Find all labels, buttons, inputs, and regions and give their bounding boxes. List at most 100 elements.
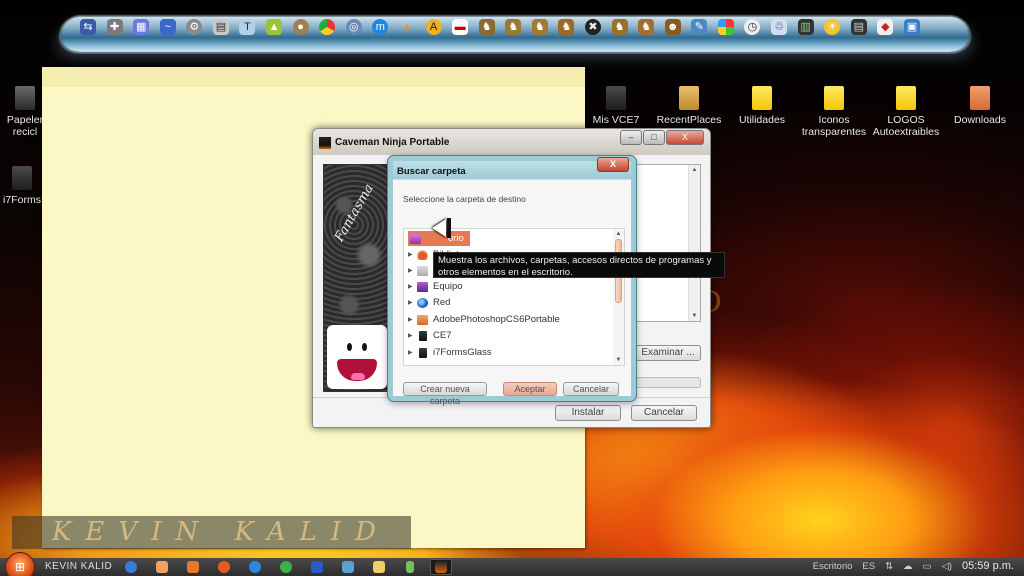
desktop-icon-label-line2: Autoextraibles (872, 126, 940, 138)
game-character-icon[interactable]: ☻ (664, 19, 681, 35)
messenger-icon[interactable] (306, 559, 328, 575)
desktop-icon-label-line2: transparentes (801, 126, 867, 138)
settings-icon[interactable]: ◎ (345, 19, 362, 35)
expand-arrow-icon[interactable]: ▶ (408, 316, 417, 323)
soldier-icon[interactable]: ♞ (638, 19, 655, 35)
cancel-button[interactable]: Cancelar (631, 405, 697, 421)
weather-icon[interactable]: ☀ (824, 19, 841, 35)
soldier-icon[interactable]: ♞ (478, 19, 495, 35)
battery-icon[interactable]: ▭ (923, 561, 932, 572)
messenger-icon[interactable]: ~ (159, 19, 176, 35)
cloud-icon[interactable]: ☁ (903, 561, 913, 572)
scroll-down-arrow-icon[interactable]: ▼ (613, 355, 624, 365)
windows-icon[interactable]: ▦ (133, 19, 150, 35)
desktop-icon-label-line1: LOGOS (887, 114, 925, 126)
start-button[interactable]: ⊞ (6, 553, 34, 576)
tools-icon[interactable]: ✚ (106, 19, 123, 35)
soldier-icon[interactable]: ♞ (505, 19, 522, 35)
dialog-close-button[interactable]: X (597, 157, 629, 172)
expand-arrow-icon[interactable]: ▶ (408, 267, 417, 274)
expand-arrow-icon[interactable]: ▶ (408, 332, 417, 339)
recycle-icon[interactable]: ♲ (771, 19, 788, 35)
tools-icon[interactable] (399, 559, 421, 575)
aimp-icon[interactable]: A (425, 19, 442, 35)
utorrent-icon[interactable] (275, 559, 297, 575)
tree-item-user[interactable]: ▶ (408, 263, 433, 278)
expand-arrow-icon[interactable]: ▶ (408, 251, 417, 258)
desktop-icon-downloads[interactable]: Downloads (940, 86, 1020, 126)
mouse-cursor-icon (432, 219, 446, 237)
tree-item-equipo[interactable]: ▶ Equipo (408, 279, 463, 294)
soldier-icon[interactable]: ♞ (531, 19, 548, 35)
desktop-icon-iconos-transparentes[interactable]: Iconos transparentes (794, 86, 874, 138)
sticky-note-header[interactable] (42, 67, 585, 87)
chrome-icon[interactable] (319, 19, 336, 35)
media-icon[interactable]: ◆ (877, 19, 894, 35)
mouse-cursor-bar (447, 218, 451, 238)
install-progress-bar (635, 377, 701, 388)
explorer-icon[interactable] (151, 559, 173, 575)
clock-icon[interactable]: ◷ (744, 19, 761, 35)
expand-arrow-icon[interactable]: ▶ (408, 299, 417, 306)
taskbar: ⊞ KEVIN KALID Escritorio ES ⇅ ☁ ▭ ◁) 05:… (0, 553, 1024, 576)
folder-icon (419, 330, 427, 341)
scroll-down-arrow-icon[interactable]: ▼ (689, 311, 700, 321)
maxthon-icon[interactable]: m (372, 19, 389, 35)
desktop-icon-utilidades[interactable]: Utilidades (722, 86, 802, 126)
text-icon[interactable]: T (239, 19, 256, 35)
soldier-icon[interactable]: ♞ (611, 19, 628, 35)
clock[interactable]: 05:59 p.m. (962, 560, 1014, 572)
volume-icon[interactable]: ◁) (942, 561, 952, 572)
media-player-icon[interactable] (182, 559, 204, 575)
caveman-ninja-icon[interactable] (430, 559, 452, 575)
expand-arrow-icon[interactable]: ▶ (408, 349, 417, 356)
minimize-button[interactable]: – (620, 130, 642, 145)
android-icon[interactable]: ▲ (266, 19, 283, 35)
scrollbar[interactable]: ▲ ▼ (688, 165, 700, 321)
folder-icon (419, 347, 427, 358)
accept-button[interactable]: Aceptar (503, 382, 557, 396)
meter-icon[interactable]: ▤ (850, 19, 867, 35)
user-icon (417, 265, 428, 276)
desktop-icon-mis-vce7[interactable]: Mis VCE7 (576, 86, 656, 126)
tree-item-i7formsglass[interactable]: ▶ i7FormsGlass (408, 345, 492, 360)
gear-icon[interactable]: ⚙ (186, 19, 203, 35)
scroll-up-arrow-icon[interactable]: ▲ (613, 229, 624, 239)
vlc-icon[interactable]: ▲ (399, 19, 415, 35)
desktop-icon-recentplaces[interactable]: RecentPlaces (649, 86, 729, 126)
browse-button[interactable]: Examinar ... (635, 345, 701, 361)
network-icon[interactable]: ⇆ (80, 19, 96, 35)
game-icon[interactable]: ● (292, 19, 309, 35)
firefox-icon[interactable] (213, 559, 235, 575)
soldier-icon[interactable]: ♞ (558, 19, 575, 35)
folder-tree[interactable]: orio ▶ Bibliotecas ▶ ▶ Equipo ▶ Red (403, 228, 625, 366)
document-icon[interactable]: ▤ (212, 19, 229, 35)
badge-icon[interactable]: ▬ (452, 19, 469, 35)
install-button[interactable]: Instalar (555, 405, 621, 421)
installer-title: Caveman Ninja Portable (335, 137, 450, 148)
desktop-toolbar-label[interactable]: Escritorio (813, 561, 853, 572)
language-indicator[interactable]: ES (862, 561, 875, 572)
close-button[interactable]: X (666, 130, 704, 145)
network-people-icon[interactable] (337, 559, 359, 575)
scroll-up-arrow-icon[interactable]: ▲ (689, 165, 700, 175)
maximize-button[interactable]: □ (643, 130, 665, 145)
edit-icon[interactable]: ✎ (691, 19, 708, 35)
tree-scrollbar[interactable]: ▲ ▼ (613, 229, 624, 365)
tree-item-adobephotoshopcs6portable[interactable]: ▶ AdobePhotoshopCS6Portable (408, 312, 560, 327)
crosshair-icon[interactable]: ✖ (584, 19, 601, 35)
cpu-meter-icon[interactable]: ▥ (797, 19, 814, 35)
taskbar-user-name: KEVIN KALID (45, 561, 113, 572)
desktop-icon-logos-autoextraibles[interactable]: LOGOS Autoextraibles (866, 86, 946, 138)
new-folder-button[interactable]: Crear nueva carpeta (403, 382, 487, 406)
maxthon-icon[interactable] (244, 559, 266, 575)
expand-arrow-icon[interactable]: ▶ (408, 283, 417, 290)
network-activity-icon[interactable]: ⇅ (885, 561, 893, 572)
tree-item-red[interactable]: ▶ Red (408, 295, 450, 310)
folders-icon[interactable]: ▣ (903, 19, 920, 35)
windows-logo-icon[interactable] (717, 19, 734, 35)
tree-item-ce7[interactable]: ▶ CE7 (408, 328, 451, 343)
firefox-icon[interactable] (120, 559, 142, 575)
folder-icon[interactable] (368, 559, 390, 575)
dialog-cancel-button[interactable]: Cancelar (563, 382, 619, 396)
